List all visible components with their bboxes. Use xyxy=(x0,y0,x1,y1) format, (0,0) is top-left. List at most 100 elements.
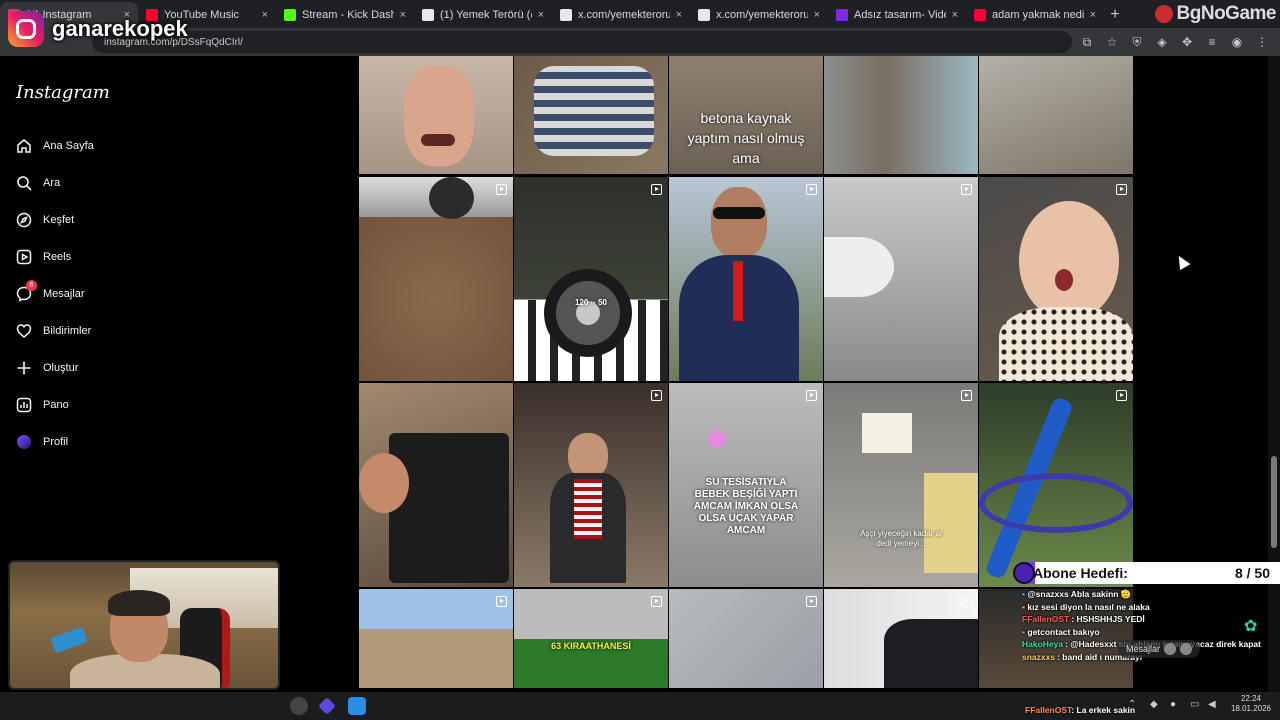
extensions-puzzle-icon[interactable]: ✥ xyxy=(1177,32,1197,52)
tab-title: adam yakmak nedir la xyxy=(992,9,1084,21)
browser-tab[interactable]: x.com/yemekteroru_/stat × xyxy=(552,2,690,28)
reading-list-icon[interactable]: ≡ xyxy=(1202,32,1222,52)
sidebar-item-notifications[interactable]: Bildirimler xyxy=(16,321,91,341)
close-tab-icon[interactable]: × xyxy=(262,9,268,21)
chat-text: getcontact bakıyo xyxy=(1027,626,1100,637)
sidebar-item-reels[interactable]: Reels xyxy=(16,247,71,267)
chatgpt-icon[interactable]: ✿ xyxy=(1244,616,1257,636)
browser-tab[interactable]: x.com/yemekteroru_/stat × xyxy=(690,2,828,28)
tab-title: Adsız tasarım- Video xyxy=(854,9,946,21)
post-tile[interactable] xyxy=(514,383,668,587)
taskbar-clock[interactable]: 22:24 18.01.2026 xyxy=(1226,694,1276,714)
sidebar-item-create[interactable]: Oluştur xyxy=(16,358,78,378)
sidebar-item-dashboard[interactable]: Pano xyxy=(16,395,69,415)
new-tab-button[interactable]: + xyxy=(1104,2,1126,28)
goal-count: 8 / 50 xyxy=(1234,565,1270,581)
favicon-icon xyxy=(422,9,434,21)
post-tile[interactable]: Aşçı yiyeceğin kadar al dedi yemeyi... xyxy=(824,383,978,587)
post-tile[interactable]: betona kaynak yaptım nasıl olmuş ama xyxy=(669,56,823,174)
instagram-logo-icon xyxy=(8,11,44,47)
post-tile[interactable] xyxy=(824,56,978,174)
scrollbar-thumb[interactable] xyxy=(1271,456,1277,548)
sidebar-item-search[interactable]: Ara xyxy=(16,173,60,193)
close-tab-icon[interactable]: × xyxy=(676,9,682,21)
channel-badge: ganarekopek xyxy=(8,9,188,49)
goal-cap-icon xyxy=(1013,562,1035,584)
sidebar-item-explore[interactable]: Keşfet xyxy=(16,210,74,230)
post-tile[interactable] xyxy=(669,177,823,381)
post-tile[interactable]: SU TESİSATIYLA BEBEK BEŞİĞİ YAPTI AMCAM … xyxy=(669,383,823,587)
post-tile[interactable] xyxy=(359,383,513,587)
sidebar-item-label: Mesajlar xyxy=(43,288,85,300)
post-tile[interactable] xyxy=(359,177,513,381)
profile-avatar-icon[interactable]: ◉ xyxy=(1227,32,1247,52)
chat-message: ▪ @snazxxs Abla sakinn 🫡 xyxy=(1022,588,1272,601)
install-app-icon[interactable]: ⧉ xyxy=(1077,32,1097,52)
browser-menu-icon[interactable]: ⋮ xyxy=(1252,32,1272,52)
reels-icon xyxy=(16,249,43,265)
post-tile[interactable] xyxy=(514,56,668,174)
post-tile[interactable] xyxy=(824,177,978,381)
browser-tab-bar: (4) Instagram × YouTube Music × Stream - Kic… xyxy=(0,0,1280,28)
sidebar-item-label: Ara xyxy=(43,177,61,189)
tab-title: Stream - Kick Dashboard xyxy=(302,9,394,21)
sidebar-item-messages[interactable]: 6 Mesajlar xyxy=(16,280,85,304)
network-icon[interactable]: ◆ xyxy=(1150,699,1158,710)
favicon-icon xyxy=(836,9,848,21)
clock-time: 22:24 xyxy=(1240,694,1262,703)
messages-pill[interactable]: Mesajlar xyxy=(1118,640,1201,658)
bookmark-star-icon[interactable]: ☆ xyxy=(1102,32,1122,52)
chart-icon xyxy=(16,397,43,413)
post-tile[interactable] xyxy=(669,589,823,688)
close-tab-icon[interactable]: × xyxy=(952,9,958,21)
sidebar-item-label: Oluştur xyxy=(43,362,79,374)
post-caption: SU TESİSATIYLA BEBEK BEŞİĞİ YAPTI AMCAM … xyxy=(693,477,799,536)
browser-tab[interactable]: Adsız tasarım- Video × xyxy=(828,2,966,28)
post-tile[interactable] xyxy=(359,589,513,688)
search-icon xyxy=(16,175,43,191)
post-tile[interactable] xyxy=(979,177,1133,381)
tray-chat-text: La erkek sakin xyxy=(1076,705,1136,715)
messages-pill-label: Mesajlar xyxy=(1126,644,1161,654)
app-icon[interactable] xyxy=(348,697,366,715)
microphone-icon[interactable]: ● xyxy=(1170,699,1176,710)
chevron-up-icon[interactable]: ⌃ xyxy=(1128,699,1136,710)
browser-tab[interactable]: (1) Yemek Terörü (@yeme × xyxy=(414,2,552,28)
tray-chat-user: FFallenOST xyxy=(1025,705,1072,715)
favicon-icon xyxy=(284,9,296,21)
goal-label: Abone Hedefi: xyxy=(1033,565,1128,581)
post-tile[interactable]: 120 ·· 50 xyxy=(514,177,668,381)
post-tile[interactable] xyxy=(359,56,513,174)
sidebar-item-home[interactable]: Ana Sayfa xyxy=(16,136,94,156)
url-bar[interactable]: instagram.com/p/DSsFqQdCIrl/ xyxy=(92,31,1072,53)
post-tile[interactable] xyxy=(979,383,1133,587)
display-icon[interactable]: ▭ xyxy=(1190,699,1199,710)
browser-tab[interactable]: Stream - Kick Dashboard × xyxy=(276,2,414,28)
close-tab-icon[interactable]: × xyxy=(1090,9,1096,21)
unread-badge: 6 xyxy=(26,280,37,291)
browser-tab[interactable]: adam yakmak nedir la × xyxy=(966,2,1104,28)
chat-username: HakoHeya xyxy=(1022,639,1064,649)
post-caption: 63 KIRAATHANESİ xyxy=(551,641,631,651)
avatar xyxy=(1164,643,1177,655)
close-tab-icon[interactable]: × xyxy=(400,9,406,21)
post-tile[interactable] xyxy=(824,589,978,688)
sidebar-item-profile[interactable]: Profil xyxy=(16,432,68,452)
mouse-cursor-icon xyxy=(1173,252,1191,271)
volume-icon[interactable]: ◀ xyxy=(1208,699,1216,710)
instagram-wordmark[interactable]: Instagram xyxy=(16,82,110,103)
post-tile[interactable] xyxy=(979,56,1133,174)
chat-message: ▪ getcontact bakıyo xyxy=(1022,626,1272,639)
post-caption: betona kaynak yaptım nasıl olmuş ama xyxy=(687,110,805,166)
webcam-overlay xyxy=(8,560,280,690)
translate-extension-icon[interactable]: ◈ xyxy=(1152,32,1172,52)
shield-extension-icon[interactable]: ⛨ xyxy=(1127,32,1147,52)
post-tile[interactable]: 63 KIRAATHANESİ xyxy=(514,589,668,688)
obs-icon[interactable] xyxy=(290,697,308,715)
brand-logo-icon xyxy=(1154,5,1173,23)
close-tab-icon[interactable]: × xyxy=(814,9,820,21)
close-tab-icon[interactable]: × xyxy=(538,9,544,21)
reel-icon xyxy=(961,390,972,401)
app-icon[interactable] xyxy=(318,697,336,715)
reel-icon xyxy=(651,390,662,401)
